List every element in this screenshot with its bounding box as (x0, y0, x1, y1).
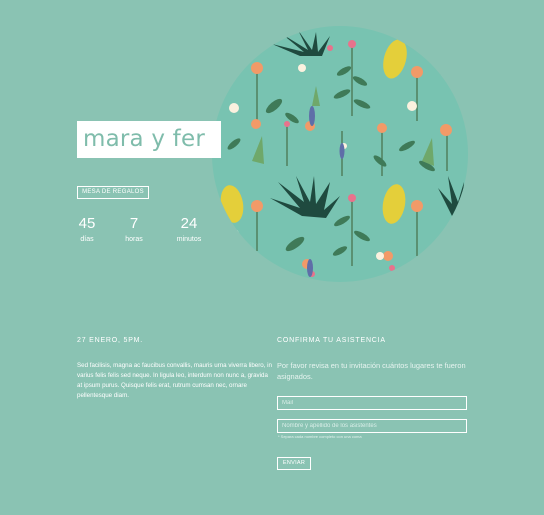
event-date-heading: 27 ENERO, 5PM. (77, 337, 144, 344)
countdown-hours: 7 horas (121, 215, 147, 245)
countdown-days: 45 días (77, 215, 97, 245)
event-description: Sed facilisis, magna ac faucibus convall… (77, 362, 272, 399)
countdown-value: 7 (129, 215, 139, 232)
send-button[interactable]: ENVIAR (277, 457, 311, 470)
countdown-unit: horas (125, 236, 143, 243)
gift-registry-button[interactable]: MESA DE REGALOS (77, 186, 149, 199)
floral-illustration (212, 26, 468, 282)
rsvp-instructions: Por favor revisa en tu invitación cuánto… (277, 361, 466, 381)
countdown-minutes: 24 minutos (171, 215, 207, 245)
countdown-value: 24 (180, 215, 198, 232)
page-title: mara y fer (83, 126, 205, 152)
countdown-value: 45 (78, 215, 96, 232)
guest-names-field[interactable] (277, 419, 467, 433)
guest-names-hint: * Separa cada nombre completo con una co… (278, 434, 362, 439)
rsvp-heading: CONFIRMA TU ASISTENCIA (277, 337, 386, 344)
countdown-unit: días (80, 236, 94, 243)
email-field[interactable] (277, 396, 467, 410)
couple-name-banner: mara y fer (77, 121, 221, 158)
countdown-unit: minutos (176, 236, 202, 243)
